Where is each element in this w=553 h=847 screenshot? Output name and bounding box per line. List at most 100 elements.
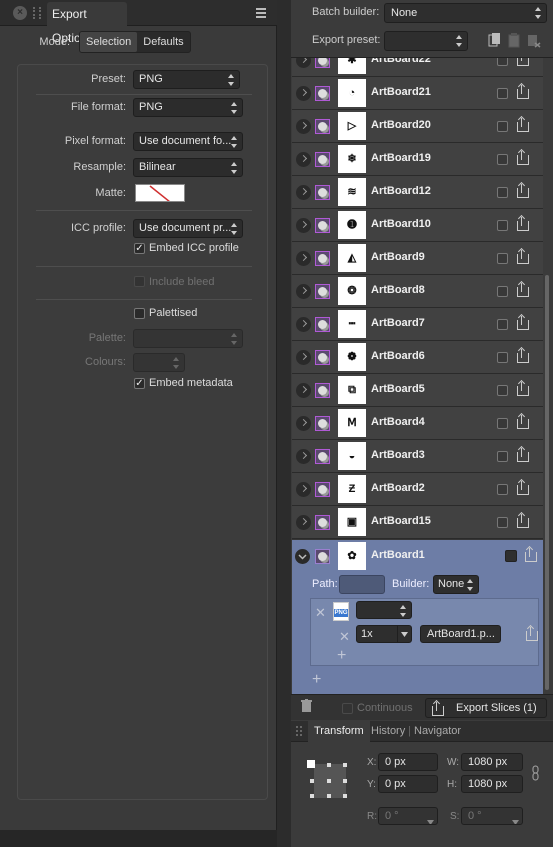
slice-checkbox[interactable] <box>497 58 508 66</box>
w-input[interactable]: 1080 px <box>461 753 523 771</box>
expand-chevron-icon[interactable] <box>296 416 311 431</box>
slice-row[interactable]: ❁ ArtBoard6 <box>292 341 543 374</box>
slice-checkbox[interactable] <box>497 220 508 231</box>
delete-preset-icon[interactable] <box>527 32 541 48</box>
slice-row[interactable]: ➊ ArtBoard10 <box>292 209 543 242</box>
preset-dropdown[interactable]: PNG <box>133 70 240 89</box>
slice-row[interactable]: Ⅿ ArtBoard4 <box>292 407 543 440</box>
expand-chevron-icon[interactable] <box>296 119 311 134</box>
pixel-format-dropdown[interactable]: Use document fo... <box>133 132 243 151</box>
export-slice-icon[interactable] <box>517 478 529 495</box>
slice-checkbox[interactable] <box>497 451 508 462</box>
slice-row[interactable]: ◭ ArtBoard9 <box>292 242 543 275</box>
slice-checkbox[interactable] <box>497 187 508 198</box>
slice-row[interactable]: ❂ ArtBoard8 <box>292 275 543 308</box>
export-slice-icon[interactable] <box>517 181 529 198</box>
expand-chevron-icon[interactable] <box>296 317 311 332</box>
slice-checkbox[interactable] <box>497 286 508 297</box>
add-scale-button[interactable]: + <box>337 647 346 665</box>
colours-stepper[interactable] <box>133 353 185 372</box>
slice-row[interactable]: ┅ ArtBoard7 <box>292 308 543 341</box>
slice-row[interactable]: ❄ ArtBoard19 <box>292 143 543 176</box>
export-slice-icon[interactable] <box>517 379 529 396</box>
export-slice-icon[interactable] <box>525 545 537 562</box>
expand-chevron-icon[interactable] <box>296 58 311 68</box>
close-panel-icon[interactable]: × <box>13 6 27 20</box>
y-input[interactable]: 0 px <box>378 775 438 793</box>
export-slice-icon[interactable] <box>517 511 529 528</box>
export-slices-button[interactable]: Export Slices (1) <box>425 698 547 718</box>
paste-preset-icon[interactable] <box>508 32 520 48</box>
slice-checkbox[interactable] <box>497 418 508 429</box>
path-input[interactable] <box>339 575 385 594</box>
expand-chevron-icon[interactable] <box>296 185 311 200</box>
icc-profile-dropdown[interactable]: Use document pr... <box>133 219 243 238</box>
panel-grip-icon[interactable] <box>33 7 41 19</box>
export-slice-icon[interactable] <box>517 280 529 297</box>
export-preset-dropdown[interactable] <box>384 31 468 51</box>
export-slice-icon[interactable] <box>517 346 529 363</box>
export-slice-icon[interactable] <box>517 58 529 66</box>
builder-dropdown[interactable]: None <box>433 575 479 594</box>
slice-checkbox[interactable] <box>497 517 508 528</box>
expand-chevron-icon[interactable] <box>296 482 311 497</box>
export-slice-icon[interactable] <box>517 148 529 165</box>
slice-checkbox[interactable] <box>497 352 508 363</box>
export-slice-icon[interactable] <box>517 412 529 429</box>
expand-chevron-icon[interactable] <box>296 218 311 233</box>
slice-checkbox[interactable] <box>497 154 508 165</box>
slice-checkbox[interactable] <box>497 484 508 495</box>
tab-export-options[interactable]: Export Options <box>47 2 127 45</box>
export-slice-icon[interactable] <box>517 313 529 330</box>
rotation-input[interactable]: 0 ° <box>378 807 438 825</box>
export-file-icon[interactable] <box>526 624 538 641</box>
continuous-checkbox[interactable] <box>342 703 353 714</box>
slice-row[interactable]: ◔ ArtBoard21 <box>292 77 543 110</box>
export-slice-icon[interactable] <box>517 115 529 132</box>
palette-dropdown[interactable] <box>133 329 243 348</box>
slice-checkbox[interactable] <box>497 88 508 99</box>
mode-defaults-button[interactable]: Defaults <box>137 32 189 52</box>
x-input[interactable]: 0 px <box>378 753 438 771</box>
filename-input[interactable]: ArtBoard1.p... <box>420 625 501 643</box>
export-slice-icon[interactable] <box>517 445 529 462</box>
slice-checkbox[interactable] <box>497 121 508 132</box>
tab-transform[interactable]: Transform <box>308 721 370 742</box>
slice-checkbox[interactable] <box>505 550 517 562</box>
slice-checkbox[interactable] <box>497 253 508 264</box>
format-dropdown[interactable] <box>356 601 412 619</box>
slice-row[interactable]: ✱ ArtBoard22 <box>292 58 543 77</box>
h-input[interactable]: 1080 px <box>461 775 523 793</box>
export-slice-icon[interactable] <box>517 82 529 99</box>
add-format-button[interactable]: + <box>312 671 321 689</box>
link-icon[interactable] <box>531 765 541 781</box>
include-bleed-checkbox[interactable] <box>134 276 145 287</box>
embed-icc-checkbox[interactable]: ✓ <box>134 243 145 254</box>
remove-scale-icon[interactable]: ✕ <box>339 629 350 645</box>
slice-row[interactable]: ◒ ArtBoard3 <box>292 440 543 473</box>
expand-chevron-icon[interactable] <box>296 152 311 167</box>
panel-grip-icon[interactable] <box>296 726 302 736</box>
expand-chevron-icon[interactable] <box>296 383 311 398</box>
anchor-selector[interactable] <box>306 758 352 802</box>
copy-preset-icon[interactable] <box>488 32 502 48</box>
embed-metadata-checkbox[interactable]: ✓ <box>134 378 145 389</box>
tab-history[interactable]: History <box>371 725 405 737</box>
slice-row[interactable]: ▣ ArtBoard15 <box>292 506 543 539</box>
export-slice-icon[interactable] <box>517 214 529 231</box>
remove-format-icon[interactable]: ✕ <box>315 605 326 621</box>
slice-row[interactable]: ▷ ArtBoard20 <box>292 110 543 143</box>
trash-icon[interactable] <box>301 699 312 712</box>
scale-dropdown[interactable]: 1x <box>356 625 412 643</box>
expand-chevron-icon[interactable] <box>296 449 311 464</box>
shear-input[interactable]: 0 ° <box>461 807 523 825</box>
tab-navigator[interactable]: Navigator <box>414 725 461 737</box>
resample-dropdown[interactable]: Bilinear <box>133 158 243 177</box>
expand-chevron-icon[interactable] <box>296 284 311 299</box>
expand-chevron-icon[interactable] <box>296 86 311 101</box>
slice-checkbox[interactable] <box>497 385 508 396</box>
file-format-dropdown[interactable]: PNG <box>133 98 243 117</box>
expand-chevron-icon[interactable] <box>296 515 311 530</box>
palettised-checkbox[interactable] <box>134 308 145 319</box>
export-slice-icon[interactable] <box>517 247 529 264</box>
